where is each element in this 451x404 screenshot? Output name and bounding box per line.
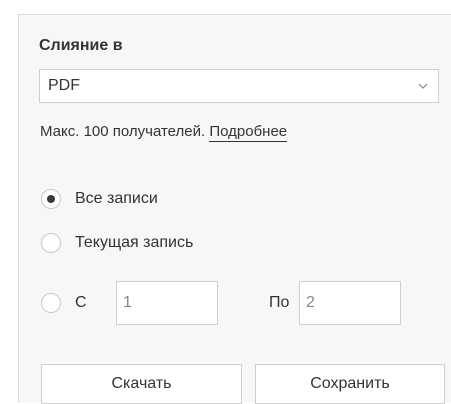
format-select[interactable]: PDF xyxy=(39,69,439,103)
chevron-down-icon xyxy=(418,83,428,89)
radio-current-record-label: Текущая запись xyxy=(75,234,194,251)
range-from-label: С xyxy=(75,294,87,311)
learn-more-link[interactable]: Подробнее xyxy=(209,123,288,142)
download-button[interactable]: Скачать xyxy=(41,364,242,404)
radio-all-records-label: Все записи xyxy=(75,190,158,207)
range-to-input[interactable] xyxy=(299,281,401,325)
record-range-row: С По xyxy=(41,281,441,327)
merge-to-title: Слияние в xyxy=(39,37,123,54)
range-from-input[interactable] xyxy=(116,281,218,325)
save-button[interactable]: Сохранить xyxy=(255,364,445,404)
range-to-label: По xyxy=(269,294,290,311)
radio-current-record[interactable]: Текущая запись xyxy=(41,231,193,255)
radio-range-button[interactable] xyxy=(41,293,61,313)
recipients-limit-text: Макс. 100 получателей. xyxy=(40,123,210,140)
recipients-limit-hint: Макс. 100 получателей. Подробнее xyxy=(40,123,288,142)
radio-all-records[interactable]: Все записи xyxy=(41,187,158,211)
merge-panel: Слияние в PDF Макс. 100 получателей. Под… xyxy=(18,14,451,404)
format-select-value: PDF xyxy=(48,77,80,94)
radio-current-record-button[interactable] xyxy=(41,233,61,253)
radio-all-records-button[interactable] xyxy=(41,189,61,209)
